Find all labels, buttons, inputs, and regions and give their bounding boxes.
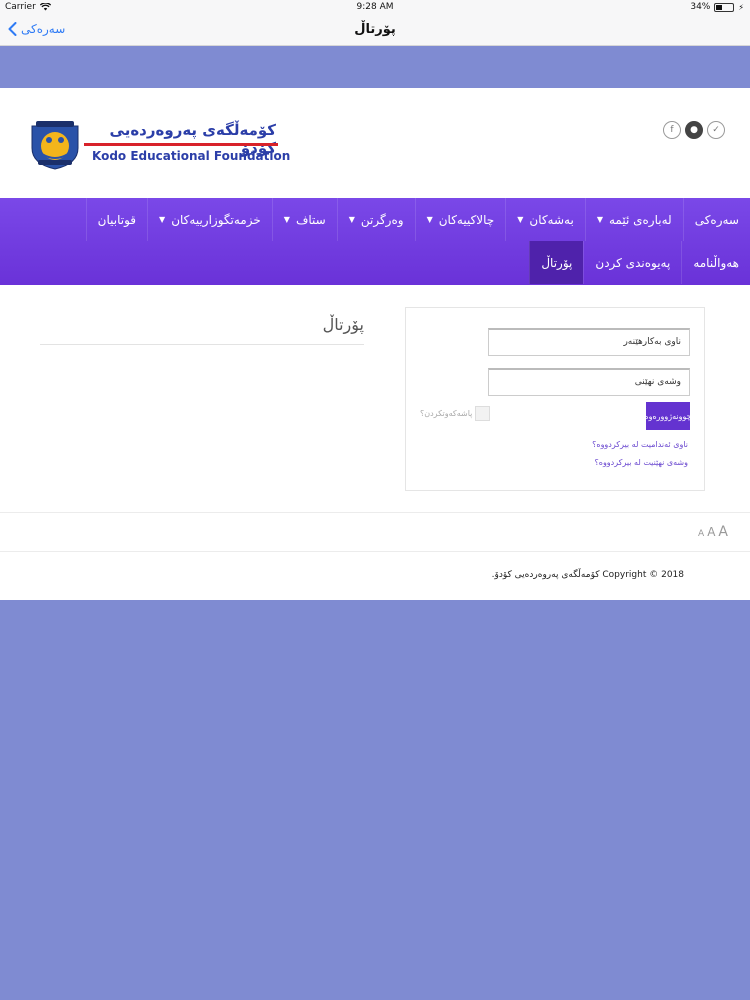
logo-title-english: Kodo Educational Foundation	[92, 149, 291, 163]
password-input[interactable]: وشەی نهێنی	[488, 368, 690, 396]
font-large-button[interactable]: A	[718, 524, 728, 540]
facebook-icon[interactable]: f	[663, 121, 681, 139]
menu-item-label: سەرەکی	[694, 212, 739, 227]
menu-item[interactable]: خزمەتگوزارییەکان ▼	[147, 198, 272, 241]
chevron-down-icon: ▼	[283, 215, 290, 224]
menu-item[interactable]: ستاف ▼	[271, 198, 337, 241]
charging-icon: ⚡	[738, 2, 744, 12]
font-small-button[interactable]: A	[698, 529, 704, 539]
main-content: پۆرتاڵ ناوی بەکارهێنەر وشەی نهێنی پاشەکە…	[0, 285, 750, 511]
status-bar: Carrier 9:28 AM 34% ⚡	[0, 0, 750, 16]
menu-item-label: بەشەکان	[529, 212, 574, 227]
main-menu: سەرەکی لەبارەی ئێمە ▼ بەشەکان ▼ چالاکییەکان ▼ و…	[0, 198, 750, 285]
battery-icon	[714, 2, 735, 12]
chevron-down-icon: ▼	[517, 215, 524, 224]
forgot-username-link[interactable]: ناوی ئەندامیت لە بیرکردووە؟	[592, 440, 688, 449]
navigation-bar: سەرەکی پۆرتاڵ	[0, 16, 750, 46]
menu-item[interactable]: چالاکییەکان ▼	[414, 198, 506, 241]
menu-item-label: لەبارەی ئێمە	[608, 212, 672, 227]
font-resizer: A A A	[698, 524, 728, 540]
site-header: کۆمەڵگەی پەروەردەیی کۆدۆ Kodo Educationa…	[0, 88, 750, 198]
github-icon[interactable]: ●	[685, 121, 703, 139]
username-input[interactable]: ناوی بەکارهێنەر	[488, 328, 690, 356]
menu-item[interactable]: وەرگرتن ▼	[336, 198, 415, 241]
chevron-down-icon: ▼	[426, 215, 433, 224]
content-divider	[0, 512, 750, 513]
nav-title: پۆرتاڵ	[354, 22, 396, 37]
menu-item[interactable]: پەیوەندی کردن	[583, 241, 681, 284]
menu-item-label: قوتابیان	[97, 212, 137, 227]
forgot-password-link[interactable]: وشەی نهێنیت لە بیرکردووە؟	[595, 458, 689, 467]
battery-percent: 34%	[690, 2, 711, 12]
login-button[interactable]: چوونەژوورەوە	[644, 402, 692, 430]
chevron-down-icon: ▼	[596, 215, 603, 224]
menu-row-primary: سەرەکی لەبارەی ئێمە ▼ بەشەکان ▼ چالاکییەکان ▼ و…	[0, 198, 750, 241]
twitter-icon[interactable]: ✓	[707, 121, 725, 139]
web-page: کۆمەڵگەی پەروەردەیی کۆدۆ Kodo Educationa…	[0, 88, 750, 600]
page-title: پۆرتاڵ	[40, 315, 364, 345]
menu-item-label: وەرگرتن	[360, 212, 404, 227]
logo-emblem-icon[interactable]	[28, 118, 82, 170]
menu-item[interactable]: قوتابیان	[85, 198, 147, 241]
menu-row-secondary: هەواڵنامە پەیوەندی کردن پۆرتاڵ	[0, 241, 750, 284]
menu-item[interactable]: لەبارەی ئێمە ▼	[584, 198, 683, 241]
menu-item-label: چالاکییەکان	[438, 212, 495, 227]
footer-copyright: 2018 © Copyright کۆمەڵگەی پەروەردەیی کۆد…	[491, 570, 684, 580]
menu-item-label: پەیوەندی کردن	[595, 255, 671, 270]
remember-me: پاشەکەوتکردن؟	[420, 406, 491, 421]
login-form: ناوی بەکارهێنەر وشەی نهێنی پاشەکەوتکردن؟…	[405, 307, 705, 491]
social-links: f ● ✓	[663, 121, 725, 139]
menu-item[interactable]: هەواڵنامە	[681, 241, 750, 284]
menu-item-label: پۆرتاڵ	[541, 255, 573, 270]
font-medium-button[interactable]: A	[707, 525, 715, 539]
menu-item-label: هەواڵنامە	[693, 255, 739, 270]
chevron-down-icon: ▼	[159, 215, 166, 224]
menu-item-label: خزمەتگوزارییەکان	[171, 212, 261, 227]
menu-item[interactable]: بەشەکان ▼	[505, 198, 585, 241]
clock: 9:28 AM	[356, 2, 394, 12]
remember-checkbox[interactable]	[475, 406, 491, 421]
chevron-down-icon: ▼	[348, 215, 355, 224]
battery-indicator: 34% ⚡	[690, 2, 744, 12]
logo-underline	[84, 143, 278, 146]
remember-label: پاشەکەوتکردن؟	[420, 409, 473, 418]
menu-item-label: ستاف	[295, 212, 326, 227]
battery-fill	[716, 4, 722, 10]
menu-item[interactable]: سەرەکی	[682, 198, 750, 241]
menu-item[interactable]: پۆرتاڵ	[529, 241, 584, 284]
footer-divider	[0, 551, 750, 552]
